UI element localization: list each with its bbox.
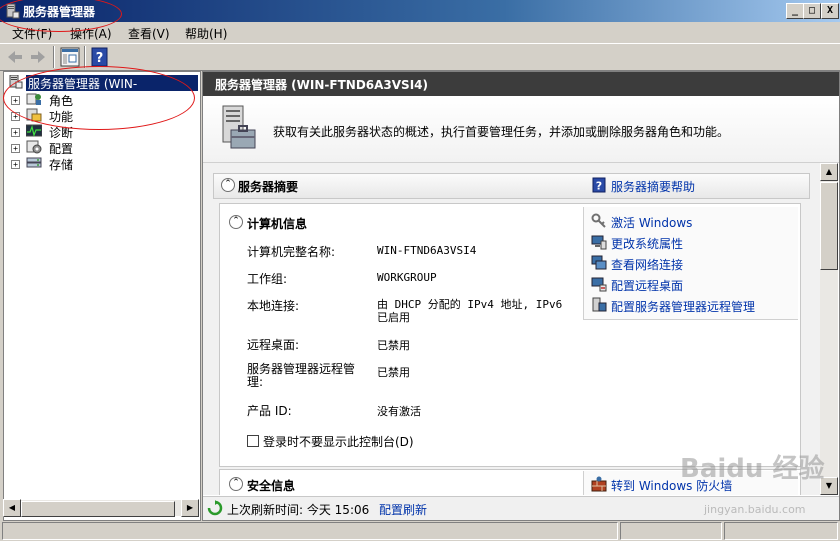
back-arrow-icon[interactable] <box>5 47 25 67</box>
storage-icon <box>26 157 42 168</box>
details-vertical-scrollbar[interactable]: ▲ ▼ <box>820 163 838 495</box>
view-network-connections-link[interactable]: 查看网络连接 <box>611 256 683 273</box>
info-value-remote-desktop: 已禁用 <box>377 339 410 352</box>
status-panel-main <box>2 522 618 540</box>
expand-configuration-toggle[interactable]: + <box>11 144 20 153</box>
collapse-security-info-icon[interactable]: ⌃ <box>229 477 243 491</box>
firewall-icon <box>591 476 607 492</box>
collapse-computer-info-icon[interactable]: ⌃ <box>229 215 243 229</box>
close-button[interactable]: X <box>821 3 839 19</box>
expand-storage-toggle[interactable]: + <box>11 160 20 169</box>
system-properties-icon <box>591 235 607 250</box>
remote-desktop-icon <box>591 277 607 292</box>
title-bar[interactable]: 服务器管理器 _ □ X <box>0 0 840 22</box>
info-value-computer-name: WIN-FTND6A3VSI4 <box>377 244 477 257</box>
hide-console-checkbox-label[interactable]: 登录时不要显示此控制台(D) <box>263 433 414 450</box>
menu-bar: 文件(F) 操作(A) 查看(V) 帮助(H) <box>0 22 840 42</box>
change-system-properties-link[interactable]: 更改系统属性 <box>611 235 683 252</box>
server-summary-help-link[interactable]: 服务器摘要帮助 <box>611 178 695 195</box>
minimize-button[interactable]: _ <box>786 3 804 19</box>
help-icon: ? <box>592 177 606 193</box>
configure-refresh-link[interactable]: 配置刷新 <box>379 501 427 518</box>
info-label-computer-name: 计算机完整名称: <box>247 245 336 259</box>
overview-description: 获取有关此服务器状态的概述，执行首要管理任务，并添加或删除服务器角色和功能。 <box>273 125 730 139</box>
tree-item-diagnostics[interactable]: 诊断 <box>49 124 73 141</box>
maximize-button[interactable]: □ <box>803 3 821 19</box>
network-connections-icon <box>591 255 607 270</box>
details-header-bar: 服务器管理器 (WIN-FTND6A3VSI4) <box>203 72 839 96</box>
hide-console-checkbox[interactable] <box>247 435 259 447</box>
status-bar <box>0 520 840 541</box>
tree-horizontal-scrollbar[interactable]: ◀ ▶ <box>3 499 199 517</box>
diagnostics-icon <box>26 124 42 137</box>
forward-arrow-icon[interactable] <box>28 47 48 67</box>
server-summary-header <box>213 173 810 199</box>
expand-diagnostics-toggle[interactable]: + <box>11 128 20 137</box>
configure-remote-desktop-link[interactable]: 配置远程桌面 <box>611 277 683 294</box>
activate-key-icon <box>591 213 606 228</box>
watermark-url: jingyan.baidu.com <box>704 503 806 516</box>
info-value-local-connection: 由 DHCP 分配的 IPv4 地址, IPv6 已启用 <box>377 298 563 324</box>
scroll-thumb[interactable] <box>820 182 838 270</box>
menu-help[interactable]: 帮助(H) <box>185 25 227 42</box>
server-icon <box>9 75 23 89</box>
server-manager-app-icon <box>6 3 20 19</box>
console-tree-pane[interactable]: 服务器管理器 (WIN-FTND6A3VSI + 角色 + 功能 + 诊断 + … <box>3 71 201 521</box>
configuration-icon <box>26 140 42 154</box>
roles-icon <box>26 93 41 105</box>
scroll-up-arrow-icon[interactable]: ▲ <box>820 163 838 181</box>
computer-info-title: 计算机信息 <box>247 217 308 231</box>
activate-windows-link[interactable]: 激活 Windows <box>611 214 692 231</box>
info-value-workgroup: WORKGROUP <box>377 271 437 284</box>
expand-features-toggle[interactable]: + <box>11 112 20 121</box>
status-panel-tertiary <box>724 522 838 540</box>
collapse-summary-icon[interactable]: ⌃ <box>221 178 235 192</box>
scroll-thumb[interactable] <box>21 501 175 517</box>
tree-item-storage[interactable]: 存储 <box>49 156 73 173</box>
info-value-remote-management: 已禁用 <box>377 366 410 379</box>
status-panel-secondary <box>620 522 722 540</box>
toolbar-separator <box>53 46 55 68</box>
tree-item-configuration[interactable]: 配置 <box>49 140 73 157</box>
server-toolbox-icon <box>222 105 256 149</box>
expand-roles-toggle[interactable]: + <box>11 96 20 105</box>
info-label-remote-management: 服务器管理器远程管理: <box>247 362 356 389</box>
toolbar: ? <box>0 43 840 71</box>
svg-text:?: ? <box>596 180 602 193</box>
scroll-left-arrow-icon[interactable]: ◀ <box>3 499 21 517</box>
last-refresh-time: 上次刷新时间: 今天 15:06 <box>227 503 370 517</box>
watermark-logo: Baidu 经验 <box>680 454 825 484</box>
menu-file[interactable]: 文件(F) <box>12 25 52 42</box>
configure-remote-management-link[interactable]: 配置服务器管理器远程管理 <box>611 298 755 315</box>
tree-item-roles[interactable]: 角色 <box>49 92 73 109</box>
info-label-workgroup: 工作组: <box>247 272 288 286</box>
tree-item-features[interactable]: 功能 <box>49 108 73 125</box>
menu-view[interactable]: 查看(V) <box>128 25 170 42</box>
info-label-local-connection: 本地连接: <box>247 299 300 313</box>
overview-banner: 获取有关此服务器状态的概述，执行首要管理任务，并添加或删除服务器角色和功能。 <box>203 96 839 163</box>
show-hide-console-tree-icon[interactable] <box>60 47 80 67</box>
security-info-title: 安全信息 <box>247 479 296 493</box>
help-icon[interactable]: ? <box>90 47 110 67</box>
info-value-product-id: 没有激活 <box>377 405 421 418</box>
remote-management-icon <box>592 297 607 312</box>
refresh-icon <box>207 500 223 516</box>
scroll-right-arrow-icon[interactable]: ▶ <box>181 499 199 517</box>
info-label-product-id: 产品 ID: <box>247 404 292 418</box>
svg-text:?: ? <box>96 51 104 66</box>
info-label-remote-desktop: 远程桌面: <box>247 338 300 352</box>
summary-content-area: ⌃ 服务器摘要 ? 服务器摘要帮助 ⌃ 计算机信息 计算机完整名称: WIN-F… <box>203 163 820 495</box>
menu-action[interactable]: 操作(A) <box>70 25 112 42</box>
server-summary-title: 服务器摘要 <box>238 180 299 194</box>
details-header-title: 服务器管理器 (WIN-FTND6A3VSI4) <box>215 78 428 92</box>
features-icon <box>26 108 42 122</box>
window-title: 服务器管理器 <box>23 5 96 19</box>
toolbar-separator <box>84 46 86 68</box>
